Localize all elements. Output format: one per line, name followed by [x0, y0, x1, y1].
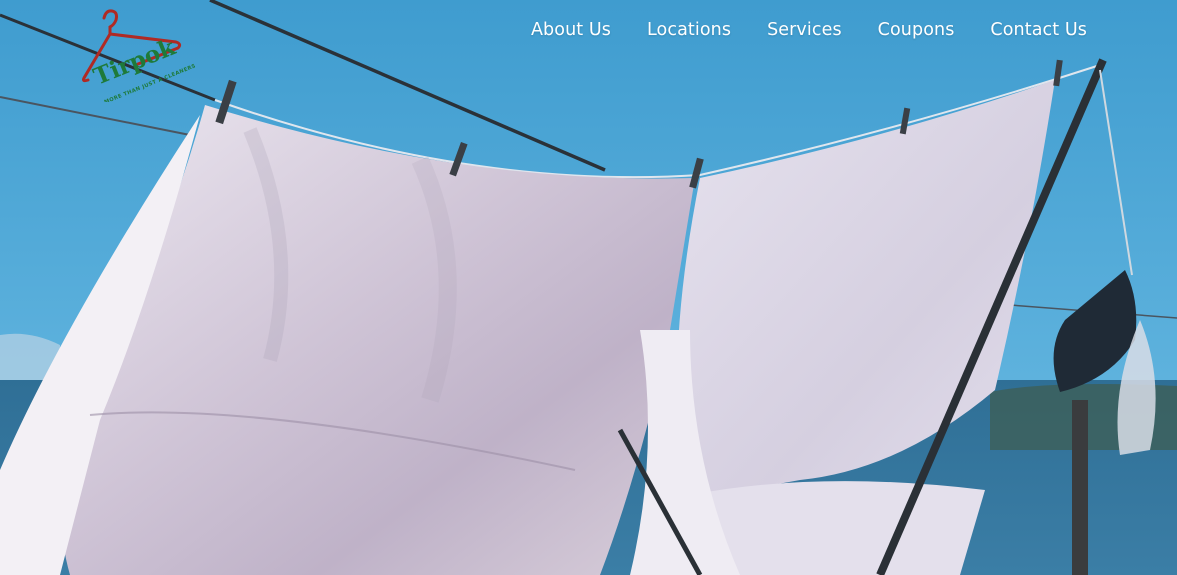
tirpok-logo[interactable]: Tirpok MORE THAN JUST A CLEANERS — [78, 6, 198, 102]
hanger-icon: Tirpok MORE THAN JUST A CLEANERS — [82, 9, 197, 102]
brand-name: Tirpok — [90, 33, 180, 90]
nav-link-services[interactable]: Services — [767, 20, 842, 40]
nav-link-about-us[interactable]: About Us — [531, 20, 611, 40]
nav-link-locations[interactable]: Locations — [647, 20, 731, 40]
main-nav: About Us Locations Services Coupons Cont… — [531, 20, 1087, 40]
nav-link-coupons[interactable]: Coupons — [878, 20, 955, 40]
nav-link-contact-us[interactable]: Contact Us — [990, 20, 1087, 40]
